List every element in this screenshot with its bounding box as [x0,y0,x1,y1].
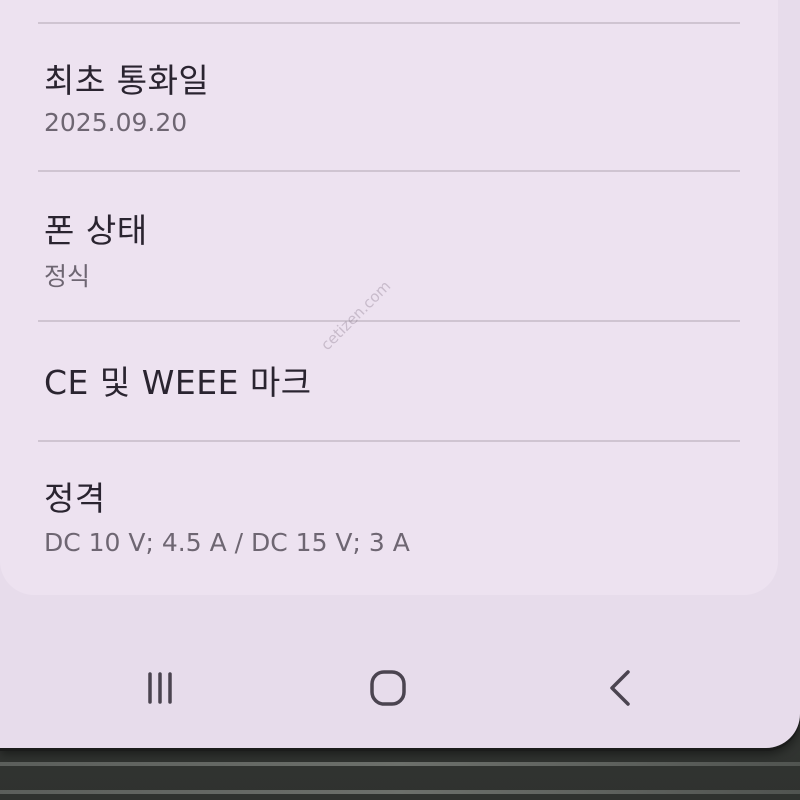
divider [38,22,740,24]
item-value: 2025.09.20 [44,108,188,137]
recent-apps-button[interactable] [130,666,190,710]
navigation-bar [0,648,800,728]
case-edge [0,790,800,794]
item-title: 최초 통화일 [44,61,210,100]
divider [38,170,740,172]
settings-card: 최초 통화일 2025.09.20 폰 상태 정식 CE 및 WEEE 마크 정… [0,0,778,595]
home-button[interactable] [358,666,418,710]
phone-screen: 최초 통화일 2025.09.20 폰 상태 정식 CE 및 WEEE 마크 정… [0,0,800,748]
home-icon [370,670,406,706]
item-title: CE 및 WEEE 마크 [44,363,312,402]
item-value: 정식 [44,262,91,291]
item-value: DC 10 V; 4.5 A / DC 15 V; 3 A [44,528,410,557]
case-edge [0,762,800,766]
divider [38,440,740,442]
photo-stage: 최초 통화일 2025.09.20 폰 상태 정식 CE 및 WEEE 마크 정… [0,0,800,800]
back-icon [610,670,630,706]
recent-apps-icon [148,672,172,704]
item-title: 폰 상태 [44,211,148,250]
divider [38,320,740,322]
back-button[interactable] [590,666,650,710]
item-title: 정격 [44,479,106,518]
